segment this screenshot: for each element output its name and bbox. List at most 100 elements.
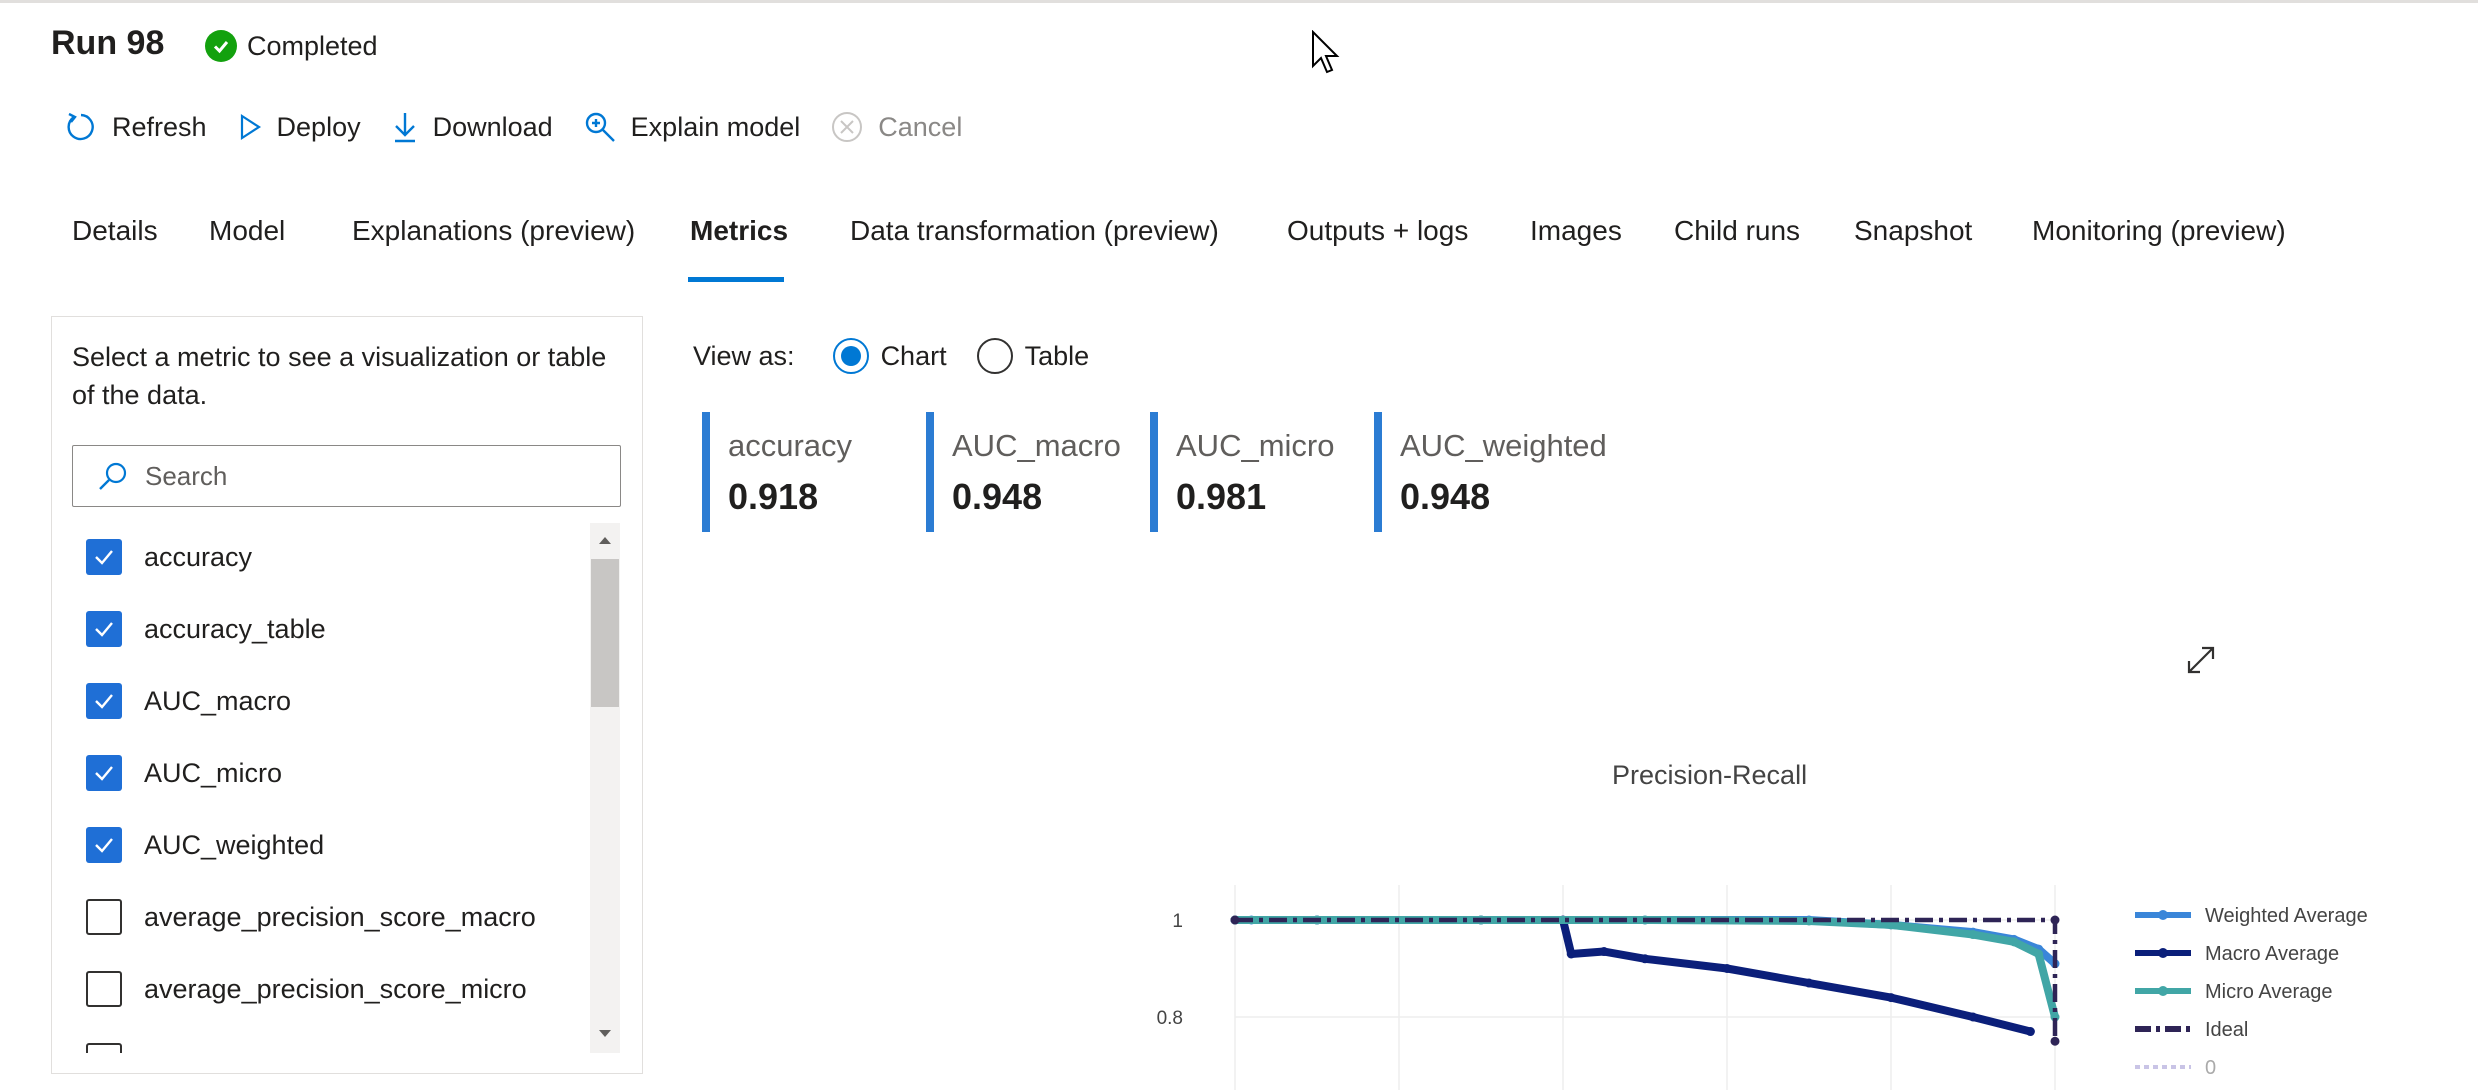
data-point bbox=[2050, 915, 2060, 925]
radio-chart[interactable] bbox=[832, 338, 869, 374]
expand-button[interactable] bbox=[2184, 643, 2218, 682]
data-point bbox=[1722, 964, 1732, 973]
series-line-micro-average bbox=[1235, 916, 2059, 1019]
tab-outputs-logs[interactable]: Outputs + logs bbox=[1287, 215, 1468, 247]
deploy-label: Deploy bbox=[276, 111, 361, 142]
metric-card-label: AUC_micro bbox=[1176, 428, 1335, 463]
series-line-ideal bbox=[1235, 917, 2058, 1042]
download-icon bbox=[394, 113, 415, 143]
check-circle-icon bbox=[205, 30, 237, 62]
metric-card-auc-micro: AUC_micro 0.981 bbox=[1150, 412, 1334, 532]
legend-label: Weighted Average bbox=[2205, 905, 2368, 927]
list-item[interactable]: AUC_macro bbox=[86, 683, 291, 719]
checkmark-icon bbox=[95, 766, 113, 781]
metric-card-auc-weighted: AUC_weighted 0.948 bbox=[1374, 412, 1607, 532]
tab-images[interactable]: Images bbox=[1530, 215, 1622, 247]
checkbox-checked[interactable] bbox=[86, 827, 122, 863]
view-as-group: View as: Chart Table bbox=[693, 338, 1089, 374]
explain-model-button[interactable]: Explain model bbox=[583, 110, 801, 144]
download-button[interactable]: Download bbox=[391, 110, 553, 144]
data-point bbox=[2009, 937, 2019, 947]
data-point bbox=[2025, 1027, 2035, 1037]
checkmark-icon bbox=[95, 550, 113, 565]
metric-hint-text: Select a metric to see a visualization o… bbox=[72, 342, 607, 410]
legend-marker bbox=[2158, 948, 2168, 958]
list-item-label: AUC_macro bbox=[144, 685, 292, 716]
data-point bbox=[1968, 1012, 1978, 1022]
data-point bbox=[1886, 993, 1896, 1003]
radio-table-label[interactable]: Table bbox=[1025, 341, 1090, 372]
scrollbar-thumb[interactable] bbox=[591, 559, 619, 707]
data-point bbox=[1230, 915, 1240, 925]
data-point bbox=[1566, 949, 1576, 959]
checkbox-checked[interactable] bbox=[86, 611, 122, 647]
cancel-button[interactable]: Cancel bbox=[830, 110, 962, 144]
data-point bbox=[1968, 930, 1978, 940]
metric-card-label: accuracy bbox=[728, 428, 853, 463]
active-tab-indicator bbox=[688, 277, 784, 282]
list-item-label: accuracy bbox=[144, 541, 253, 572]
status-badge: Completed bbox=[205, 30, 378, 62]
metric-card-label: AUC_macro bbox=[952, 428, 1121, 463]
view-as-label: View as: bbox=[693, 340, 795, 371]
search-input[interactable]: Search bbox=[72, 445, 621, 507]
tab-monitoring[interactable]: Monitoring (preview) bbox=[2032, 215, 2286, 247]
legend-label: 0 bbox=[2205, 1057, 2216, 1079]
data-point bbox=[1640, 954, 1650, 964]
top-divider bbox=[0, 0, 2478, 3]
search-icon bbox=[99, 462, 127, 490]
toolbar: Refresh Deploy Download Explain model Ca… bbox=[64, 110, 992, 144]
checkbox-checked[interactable] bbox=[86, 755, 122, 791]
tab-snapshot[interactable]: Snapshot bbox=[1854, 215, 1972, 247]
tab-model[interactable]: Model bbox=[209, 215, 285, 247]
list-item[interactable]: AUC_weighted bbox=[86, 827, 324, 863]
tab-metrics[interactable]: Metrics bbox=[690, 215, 788, 247]
scroll-up-icon bbox=[599, 537, 611, 544]
status-text: Completed bbox=[247, 30, 378, 61]
tab-data-transformation[interactable]: Data transformation (preview) bbox=[850, 215, 1219, 247]
list-item[interactable]: AUC_micro bbox=[86, 755, 282, 791]
list-item-label: average_precision_score_micro bbox=[144, 973, 527, 1004]
metric-card-value: 0.918 bbox=[728, 476, 819, 517]
checkmark-icon bbox=[95, 694, 113, 709]
explain-model-label: Explain model bbox=[630, 111, 801, 142]
data-point bbox=[1599, 947, 1609, 957]
y-tick-label: 0.8 bbox=[1157, 1008, 1183, 1029]
checkbox-checked[interactable] bbox=[86, 683, 122, 719]
mouse-cursor-icon bbox=[1312, 30, 1340, 74]
tab-child-runs[interactable]: Child runs bbox=[1674, 215, 1800, 247]
list-item[interactable]: accuracy bbox=[86, 539, 252, 575]
tab-explanations[interactable]: Explanations (preview) bbox=[352, 215, 635, 247]
radio-chart-label[interactable]: Chart bbox=[881, 341, 947, 372]
cancel-label: Cancel bbox=[878, 111, 963, 142]
precision-recall-chart: 1 0.8 Weighted Average Macro Average Micro A… bbox=[1157, 885, 2368, 1090]
deploy-button[interactable]: Deploy bbox=[237, 112, 361, 143]
refresh-label: Refresh bbox=[112, 111, 207, 142]
tab-details[interactable]: Details bbox=[72, 215, 158, 247]
legend-label: Macro Average bbox=[2205, 943, 2339, 965]
metric-card-value: 0.981 bbox=[1176, 476, 1267, 517]
checkbox-checked[interactable] bbox=[86, 539, 122, 575]
checkbox-unchecked[interactable] bbox=[86, 899, 122, 935]
list-item-label: accuracy_table bbox=[144, 613, 326, 644]
legend-marker bbox=[2158, 986, 2168, 996]
list-item-partial[interactable] bbox=[86, 1043, 144, 1053]
checkbox-unchecked[interactable] bbox=[86, 971, 122, 1007]
chart-title: Precision-Recall bbox=[1612, 760, 1808, 790]
list-item[interactable]: average_precision_score_micro bbox=[86, 971, 527, 1007]
list-item[interactable]: average_precision_score_macro bbox=[86, 899, 536, 935]
list-item-label: AUC_weighted bbox=[144, 829, 325, 860]
metric-list: accuracy accuracy_table AUC_macro AUC_mi… bbox=[72, 523, 622, 1053]
radio-table[interactable] bbox=[976, 338, 1013, 374]
zoom-in-icon bbox=[585, 112, 615, 142]
metric-card-value: 0.948 bbox=[952, 476, 1043, 517]
list-item[interactable]: accuracy_table bbox=[86, 611, 326, 647]
y-tick-label: 1 bbox=[1172, 911, 1183, 932]
scrollbar[interactable] bbox=[590, 523, 620, 1053]
metric-card-label: AUC_weighted bbox=[1400, 428, 1607, 463]
checkbox-unchecked[interactable] bbox=[86, 1043, 122, 1053]
legend-marker bbox=[2158, 910, 2168, 920]
legend-label: Ideal bbox=[2205, 1019, 2248, 1041]
refresh-button[interactable]: Refresh bbox=[64, 110, 207, 144]
cancel-icon bbox=[832, 112, 863, 142]
